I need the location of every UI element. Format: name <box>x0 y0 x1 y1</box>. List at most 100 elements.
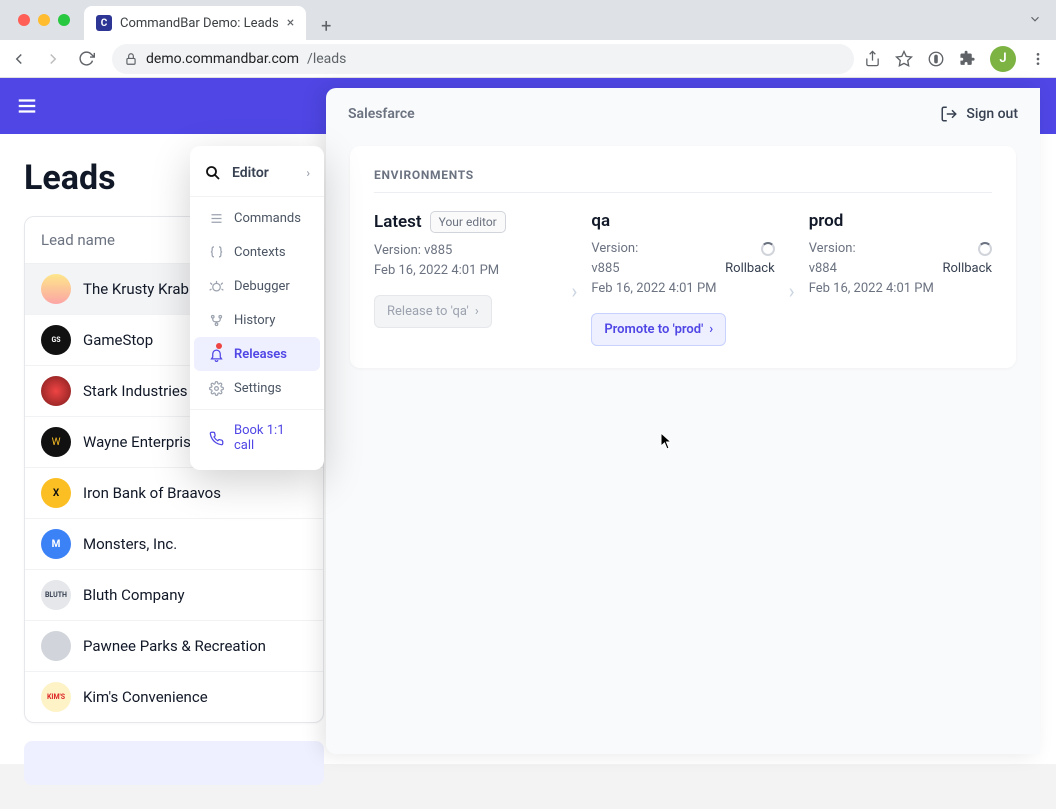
editor-menu-header[interactable]: Editor › <box>190 154 324 192</box>
divider <box>190 409 324 410</box>
bug-icon <box>208 278 224 294</box>
address-bar[interactable]: demo.commandbar.com/leads <box>112 44 854 74</box>
org-name: Salesfarce <box>348 106 415 122</box>
loading-spinner-icon <box>978 242 992 256</box>
environment-latest: Latest Your editor Version: v885 Feb 16,… <box>374 211 557 328</box>
lead-name: Wayne Enterprises <box>83 433 207 451</box>
tab-title: CommandBar Demo: Leads <box>120 16 279 31</box>
extensions-icon[interactable] <box>959 50 976 67</box>
menu-item-history[interactable]: History <box>194 303 320 337</box>
pagination-placeholder <box>24 741 324 785</box>
bell-icon <box>208 346 224 362</box>
commandbar-logo-icon <box>204 164 222 182</box>
menu-item-label: Contexts <box>234 245 286 260</box>
chevron-right-icon: › <box>709 322 713 337</box>
editor-menu-title: Editor <box>232 165 269 181</box>
lead-avatar-icon <box>41 376 71 406</box>
menu-item-label: Commands <box>234 211 301 226</box>
mouse-cursor-icon <box>660 432 674 450</box>
rollback-button[interactable]: Rollback <box>725 259 775 279</box>
menu-item-label: Releases <box>234 347 287 362</box>
loading-spinner-icon <box>761 242 775 256</box>
table-row[interactable]: Pawnee Parks & Recreation <box>25 621 323 672</box>
lead-name: Bluth Company <box>83 586 185 604</box>
nav-forward-button[interactable] <box>44 50 68 68</box>
notification-dot-icon <box>216 343 222 349</box>
button-label: Promote to 'prod' <box>604 322 703 337</box>
nav-reload-button[interactable] <box>78 50 102 67</box>
promote-to-prod-button[interactable]: Promote to 'prod' › <box>591 313 726 346</box>
chevron-right-icon: › <box>306 166 310 180</box>
menu-item-book-call[interactable]: Book 1:1 call <box>194 414 320 462</box>
tab-close-icon[interactable]: × <box>287 15 294 31</box>
editor-menu: Editor › Commands Contexts Debugger Hist… <box>190 146 324 470</box>
sign-out-button[interactable]: Sign out <box>940 105 1018 123</box>
avatar-initial: J <box>999 51 1006 66</box>
env-title: prod <box>809 211 844 231</box>
gear-icon <box>208 380 224 396</box>
lead-name: GameStop <box>83 331 153 349</box>
environments-panel: ENVIRONMENTS Latest Your editor Version:… <box>350 146 1016 368</box>
lead-name: Monsters, Inc. <box>83 535 177 553</box>
bookmark-star-icon[interactable] <box>895 50 913 68</box>
tab-favicon-icon: C <box>96 15 112 31</box>
lead-name: Kim's Convenience <box>83 688 208 706</box>
lead-name: Pawnee Parks & Recreation <box>83 637 266 655</box>
environment-prod: prod Version: v884 Rollback Feb 16, 2022… <box>809 211 992 299</box>
braces-icon <box>208 244 224 260</box>
window-minimize-icon[interactable] <box>38 14 50 26</box>
menu-item-label: Settings <box>234 381 281 396</box>
share-icon[interactable] <box>864 50 881 67</box>
lead-avatar-icon <box>41 274 71 304</box>
tab-strip: C CommandBar Demo: Leads × + <box>0 0 1056 40</box>
sign-out-icon <box>940 105 958 123</box>
table-row[interactable]: X Iron Bank of Braavos <box>25 468 323 519</box>
table-row[interactable]: MMonsters, Inc. <box>25 519 323 570</box>
new-tab-button[interactable]: + <box>312 12 340 40</box>
menu-item-releases[interactable]: Releases <box>194 337 320 371</box>
rollback-button[interactable]: Rollback <box>943 259 993 279</box>
flow-arrow-icon: › <box>569 279 579 303</box>
lead-avatar-icon: W <box>41 427 71 457</box>
release-to-qa-button[interactable]: Release to 'qa' › <box>374 295 492 328</box>
menu-item-label: Book 1:1 call <box>234 423 306 453</box>
menu-toggle-button[interactable] <box>16 95 38 117</box>
browser-menu-icon[interactable] <box>1030 51 1046 67</box>
lead-name: Iron Bank of Braavos <box>83 484 221 502</box>
branch-icon <box>208 312 224 328</box>
url-path: /leads <box>307 51 346 67</box>
menu-item-settings[interactable]: Settings <box>194 371 320 405</box>
profile-avatar[interactable]: J <box>990 46 1016 72</box>
extension-onepassword-icon[interactable] <box>927 50 945 68</box>
env-date: Feb 16, 2022 4:01 PM <box>374 261 557 281</box>
url-host: demo.commandbar.com <box>146 51 299 67</box>
menu-item-label: History <box>234 313 275 328</box>
env-version: Version: v885 <box>374 241 557 261</box>
lead-name: Stark Industries <box>83 382 188 400</box>
button-label: Release to 'qa' <box>387 304 469 319</box>
nav-back-button[interactable] <box>10 50 34 68</box>
window-controls[interactable] <box>10 0 78 40</box>
sign-out-label: Sign out <box>966 106 1018 122</box>
tabs-dropdown-icon[interactable] <box>1028 12 1042 26</box>
your-editor-badge: Your editor <box>430 211 506 233</box>
menu-item-contexts[interactable]: Contexts <box>194 235 320 269</box>
menu-item-debugger[interactable]: Debugger <box>194 269 320 303</box>
menu-item-commands[interactable]: Commands <box>194 201 320 235</box>
browser-toolbar: demo.commandbar.com/leads J <box>0 40 1056 78</box>
drawer-header: Salesfarce Sign out <box>326 88 1040 140</box>
browser-tab[interactable]: C CommandBar Demo: Leads × <box>84 6 306 40</box>
lead-avatar-icon <box>41 631 71 661</box>
env-title: Latest <box>374 212 422 232</box>
lead-avatar-icon: X <box>41 478 71 508</box>
lock-icon <box>124 52 138 66</box>
table-row[interactable]: BLUTHBluth Company <box>25 570 323 621</box>
toolbar-actions: J <box>864 46 1046 72</box>
lead-avatar-icon: KIM'S <box>41 682 71 712</box>
window-zoom-icon[interactable] <box>58 14 70 26</box>
window-close-icon[interactable] <box>18 14 30 26</box>
env-version-label: Version: <box>809 239 856 259</box>
divider <box>190 196 324 197</box>
table-row[interactable]: KIM'S Kim's Convenience <box>25 672 323 722</box>
phone-icon <box>208 430 224 446</box>
